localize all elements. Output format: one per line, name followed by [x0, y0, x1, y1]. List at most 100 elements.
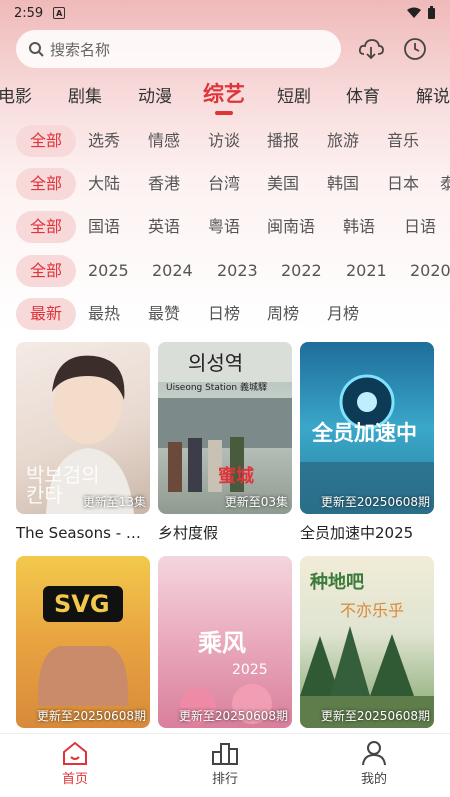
- tab-sports[interactable]: 体育: [346, 82, 380, 107]
- filter-chip[interactable]: 选秀: [88, 125, 120, 157]
- svg-text:蜜城: 蜜城: [218, 465, 254, 487]
- poster-illustration: 박보검의 칸타: [26, 355, 134, 514]
- filter-chip[interactable]: 周榜: [267, 298, 299, 330]
- nav-rank[interactable]: 排行: [185, 740, 265, 787]
- filter-chip[interactable]: 2025: [88, 255, 129, 287]
- svg-text:Uiseong Station 義城驛: Uiseong Station 義城驛: [166, 381, 267, 393]
- poster-image: SVG 更新至20250608期: [16, 556, 150, 728]
- card-title: 全员加速中2025: [300, 524, 414, 542]
- tab-movie[interactable]: 电影: [0, 82, 32, 107]
- filter-chip[interactable]: 2023: [217, 255, 258, 287]
- filter-chip[interactable]: 日语: [404, 211, 436, 243]
- filter-row-genre: 全部 选秀 情感 访谈 播报 旅游 音乐: [0, 125, 450, 159]
- filter-chip[interactable]: 2022: [281, 255, 322, 287]
- nav-home[interactable]: 首页: [35, 740, 115, 787]
- download-cloud-icon[interactable]: [358, 36, 384, 62]
- nav-rank-label: 排行: [211, 772, 238, 787]
- active-tab-indicator: [215, 111, 233, 115]
- nav-home-label: 首页: [61, 772, 88, 787]
- bottom-nav: 首页 排行 我的: [0, 733, 450, 797]
- history-clock-icon[interactable]: [402, 36, 428, 62]
- status-bar: 2:59 A: [0, 0, 450, 26]
- tab-variety[interactable]: 综艺: [203, 78, 245, 108]
- filter-chip[interactable]: 全部: [16, 125, 76, 157]
- home-icon: [63, 741, 87, 765]
- episode-badge: 更新至20250608期: [178, 709, 288, 723]
- filter-chip[interactable]: 泰: [440, 168, 450, 200]
- filter-chip[interactable]: 月榜: [327, 298, 359, 330]
- filter-chip[interactable]: 最热: [88, 298, 120, 330]
- filter-chip[interactable]: 韩语: [343, 211, 375, 243]
- svg-text:칸타: 칸타: [26, 483, 63, 507]
- tab-commentary[interactable]: 解说: [416, 82, 450, 107]
- poster-illustration: 의성역 Uiseong Station 義城驛 蜜城: [158, 342, 292, 492]
- nav-mine-label: 我的: [360, 772, 387, 787]
- poster-card[interactable]: 乘风 2025 更新至20250608期: [158, 556, 292, 728]
- poster-image: 乘风 2025 更新至20250608期: [158, 556, 292, 728]
- filter-chip[interactable]: 国语: [88, 211, 120, 243]
- poster-illustration: SVG: [37, 586, 129, 706]
- poster-illustration: 种地吧 不亦乐乎: [300, 571, 434, 728]
- episode-badge: 更新至20250608期: [36, 709, 146, 723]
- filter-chip[interactable]: 台湾: [208, 168, 240, 200]
- filter-chip[interactable]: 香港: [148, 168, 180, 200]
- tab-series[interactable]: 剧集: [68, 82, 102, 107]
- search-placeholder: 搜索名称: [50, 40, 111, 59]
- poster-card[interactable]: 种地吧 不亦乐乎 更新至20250608期: [300, 556, 434, 728]
- filter-chip[interactable]: 旅游: [327, 125, 359, 157]
- tab-short-drama[interactable]: 短剧: [277, 82, 311, 107]
- battery-icon: [428, 6, 435, 19]
- filter-chip[interactable]: 全部: [16, 211, 76, 243]
- filter-row-year: 全部 2025 2024 2023 2022 2021 2020: [0, 255, 450, 289]
- filter-chip[interactable]: 闽南语: [267, 211, 315, 243]
- filter-chip[interactable]: 最新: [16, 298, 76, 330]
- poster-card[interactable]: 박보검의 칸타 更新至13集 The Seasons - 朴...: [16, 342, 150, 543]
- filter-chip[interactable]: 2024: [152, 255, 193, 287]
- poster-image: 박보검의 칸타 更新至13集: [16, 342, 150, 514]
- filter-chip[interactable]: 美国: [267, 168, 299, 200]
- episode-badge: 更新至20250608期: [320, 709, 430, 723]
- filter-chip[interactable]: 全部: [16, 255, 76, 287]
- episode-badge: 更新至03集: [224, 495, 288, 509]
- filter-chip[interactable]: 全部: [16, 168, 76, 200]
- episode-badge: 更新至13集: [82, 495, 146, 509]
- tab-anime[interactable]: 动漫: [138, 82, 172, 107]
- category-tabs: 电影 剧集 动漫 综艺 短剧 体育 解说: [0, 78, 450, 118]
- filter-chip[interactable]: 2021: [346, 255, 387, 287]
- search-input[interactable]: 搜索名称: [16, 30, 341, 68]
- svg-text:2025: 2025: [232, 662, 268, 678]
- poster-card[interactable]: 全员加速中 更新至20250608期 全员加速中2025: [300, 342, 434, 543]
- filter-chip[interactable]: 大陆: [88, 168, 120, 200]
- filter-chip[interactable]: 情感: [148, 125, 180, 157]
- filter-row-language: 全部 国语 英语 粤语 闽南语 韩语 日语: [0, 211, 450, 245]
- svg-text:全员加速中: 全员加速中: [311, 421, 417, 445]
- poster-illustration: 全员加速中: [300, 374, 434, 514]
- svg-text:SVG: SVG: [54, 590, 110, 618]
- ranking-icon: [212, 743, 238, 765]
- header: 搜索名称: [0, 30, 450, 68]
- filter-chip[interactable]: 播报: [267, 125, 299, 157]
- user-icon: [362, 741, 386, 766]
- filter-chip[interactable]: 英语: [148, 211, 180, 243]
- poster-image: 의성역 Uiseong Station 義城驛 蜜城 更新至03集: [158, 342, 292, 514]
- filter-chip[interactable]: 日榜: [208, 298, 240, 330]
- episode-badge: 更新至20250608期: [320, 495, 430, 509]
- poster-card[interactable]: 의성역 Uiseong Station 義城驛 蜜城 更新至03集 乡村度假: [158, 342, 292, 543]
- app-notification-icon: A: [53, 7, 66, 19]
- wifi-icon: [407, 7, 421, 18]
- filter-chip[interactable]: 访谈: [208, 125, 240, 157]
- poster-image: 全员加速中 更新至20250608期: [300, 342, 434, 514]
- search-icon: [29, 42, 44, 57]
- card-title: The Seasons - 朴...: [16, 524, 150, 542]
- filter-row-sort: 最新 最热 最赞 日榜 周榜 月榜: [0, 298, 450, 332]
- status-time: 2:59: [14, 5, 44, 21]
- poster-card[interactable]: SVG 更新至20250608期: [16, 556, 150, 728]
- filter-chip[interactable]: 音乐: [387, 125, 419, 157]
- filter-chip[interactable]: 粤语: [208, 211, 240, 243]
- filter-chip[interactable]: 2020: [410, 255, 450, 287]
- filter-chip[interactable]: 日本: [387, 168, 419, 200]
- nav-mine[interactable]: 我的: [334, 740, 414, 787]
- filter-chip[interactable]: 最赞: [148, 298, 180, 330]
- poster-image: 种地吧 不亦乐乎 更新至20250608期: [300, 556, 434, 728]
- filter-chip[interactable]: 韩国: [327, 168, 359, 200]
